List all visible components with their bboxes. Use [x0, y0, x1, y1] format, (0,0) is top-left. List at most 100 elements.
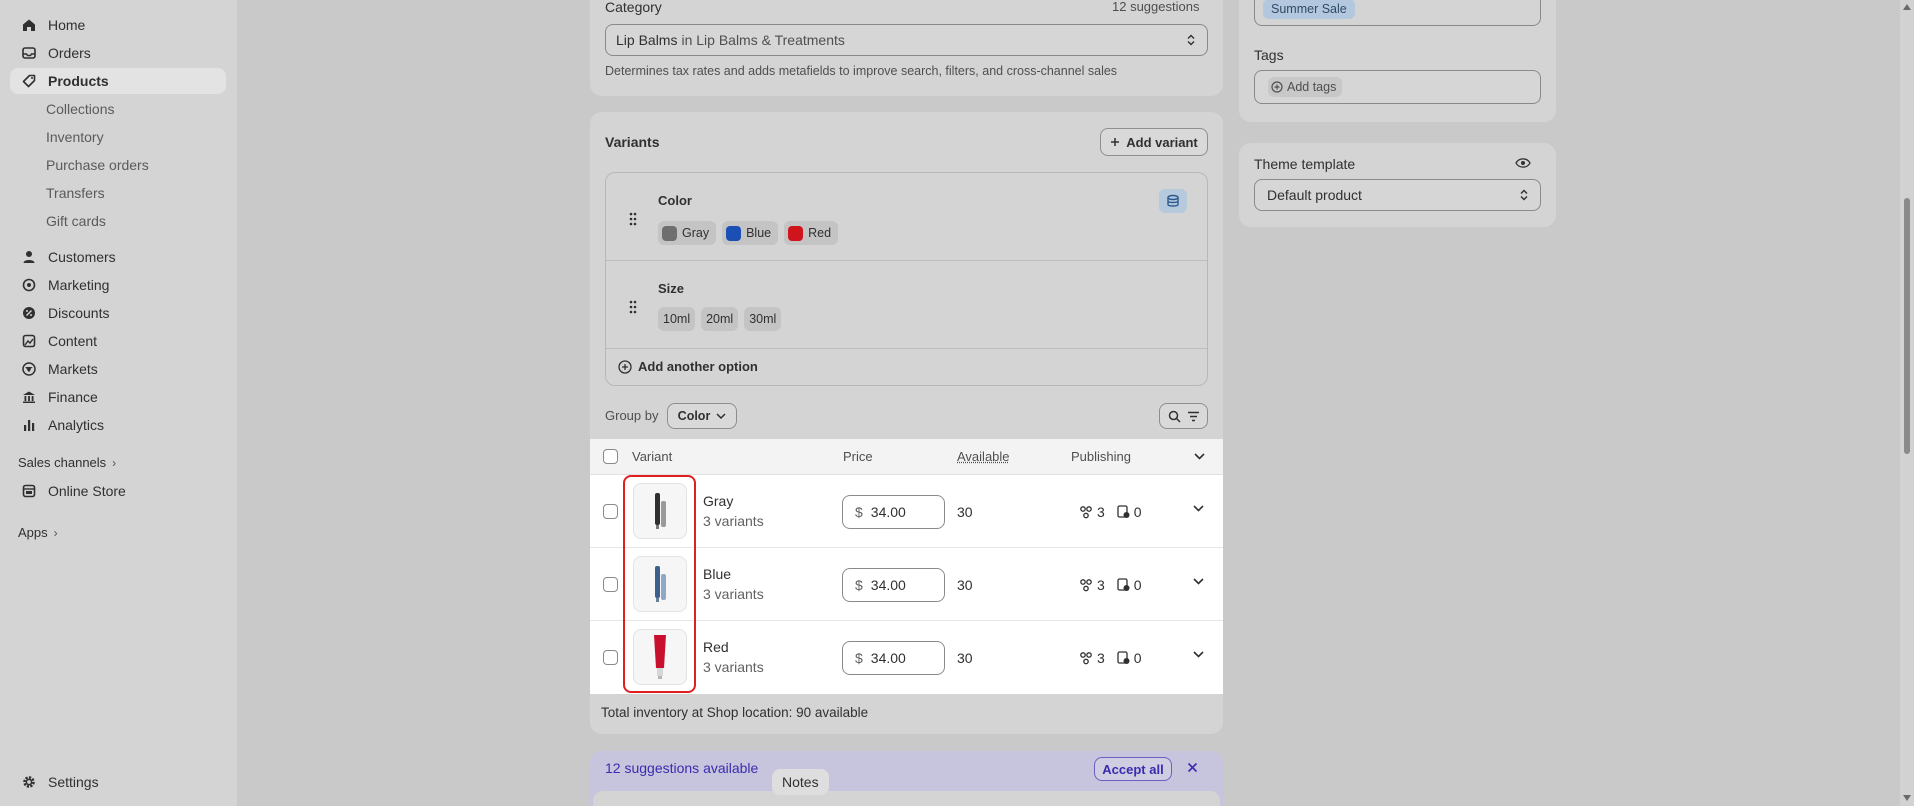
price-value: 34.00	[870, 577, 906, 593]
variant-name[interactable]: Gray	[703, 493, 733, 509]
row-checkbox[interactable]	[603, 504, 618, 519]
variants-table: Variant Price Available Publishing Gray …	[590, 439, 1223, 694]
metafield-database-icon[interactable]	[1159, 189, 1187, 213]
theme-template-label: Theme template	[1254, 156, 1356, 172]
plus-icon	[1110, 137, 1120, 147]
add-another-option-link[interactable]: Add another option	[618, 359, 758, 374]
bank-icon	[19, 387, 39, 407]
collections-field[interactable]: Summer Sale	[1254, 0, 1541, 26]
price-input[interactable]: $34.00	[842, 641, 945, 675]
nav-settings[interactable]: Settings	[10, 769, 226, 795]
variant-name[interactable]: Red	[703, 639, 729, 655]
chip-gray-label: Gray	[682, 226, 710, 240]
variant-name[interactable]: Blue	[703, 566, 731, 582]
nav-discounts[interactable]: Discounts	[10, 300, 226, 326]
select-chevrons-icon	[1520, 189, 1528, 201]
channels-icon	[1079, 505, 1093, 519]
home-icon	[19, 15, 39, 35]
scroll-down-arrow-icon[interactable]	[1903, 795, 1911, 801]
available-qty[interactable]: 30	[957, 650, 973, 666]
tags-input[interactable]: Add tags	[1254, 70, 1541, 104]
add-tags-label: Add tags	[1287, 80, 1337, 94]
suggestions-card: 12 suggestions available Accept all	[590, 751, 1223, 806]
row-checkbox[interactable]	[603, 577, 618, 592]
nav-online-store[interactable]: Online Store	[10, 478, 226, 504]
channels-icon	[1079, 578, 1093, 592]
publishing-status[interactable]: 3 0	[1079, 504, 1142, 520]
theme-template-card: Theme template Default product	[1239, 143, 1556, 227]
drag-handle-icon[interactable]	[628, 299, 638, 315]
discount-icon	[19, 303, 39, 323]
nav-transfers[interactable]: Transfers	[46, 182, 105, 204]
price-input[interactable]: $34.00	[842, 568, 945, 602]
available-qty[interactable]: 30	[957, 577, 973, 593]
nav-customers[interactable]: Customers	[10, 244, 226, 270]
nav-products[interactable]: Products	[10, 68, 226, 94]
select-all-checkbox[interactable]	[603, 449, 618, 464]
search-filter-button[interactable]	[1159, 403, 1208, 429]
chevron-down-icon[interactable]	[1193, 578, 1204, 585]
store-icon	[19, 481, 39, 501]
option-color[interactable]: Color Gray Blue Red	[606, 173, 1207, 261]
header-price: Price	[843, 449, 873, 464]
sales-channels-heading[interactable]: Sales channels ›	[18, 455, 116, 470]
swatch-blue	[726, 225, 742, 241]
theme-template-select[interactable]: Default product	[1254, 179, 1541, 211]
nav-content[interactable]: Content	[10, 328, 226, 354]
chip-blue-label: Blue	[746, 226, 772, 240]
plus-circle-icon	[618, 359, 632, 374]
chip-red: Red	[784, 221, 839, 245]
group-by-select[interactable]: Color	[667, 403, 737, 429]
add-variant-button[interactable]: Add variant	[1100, 128, 1208, 156]
close-icon[interactable]	[1187, 762, 1198, 773]
currency-symbol: $	[855, 577, 863, 593]
chevron-right-icon: ›	[112, 455, 117, 470]
price-input[interactable]: $34.00	[842, 495, 945, 529]
nav-content-label: Content	[48, 333, 98, 349]
nav-gift-cards[interactable]: Gift cards	[46, 210, 106, 232]
nav-finance[interactable]: Finance	[10, 384, 226, 410]
publishing-status[interactable]: 3 0	[1079, 577, 1142, 593]
option-size[interactable]: Size 10ml 20ml 30ml	[606, 261, 1207, 349]
chevron-down-icon[interactable]	[1193, 651, 1204, 658]
scroll-up-arrow-icon[interactable]	[1903, 4, 1911, 10]
available-qty[interactable]: 30	[957, 504, 973, 520]
price-value: 34.00	[870, 504, 906, 520]
collection-chip[interactable]: Summer Sale	[1263, 0, 1355, 19]
add-tags-chip[interactable]: Add tags	[1268, 77, 1343, 97]
eye-icon[interactable]	[1515, 157, 1531, 169]
select-chevrons-icon	[1187, 34, 1195, 46]
chip-gray: Gray	[658, 221, 717, 245]
category-label: Category	[605, 0, 662, 15]
nav-home[interactable]: Home	[10, 12, 226, 38]
chevron-down-icon[interactable]	[1194, 453, 1205, 460]
add-variant-label: Add variant	[1126, 134, 1198, 150]
nav-orders[interactable]: Orders	[10, 40, 226, 66]
apps-heading[interactable]: Apps ›	[18, 525, 58, 540]
channels-icon	[1079, 651, 1093, 665]
notes-tooltip[interactable]: Notes	[772, 769, 829, 795]
nav-discounts-label: Discounts	[48, 305, 110, 321]
suggestions-text[interactable]: 12 suggestions available	[605, 760, 758, 776]
theme-template-value: Default product	[1267, 187, 1362, 203]
nav-purchase-orders[interactable]: Purchase orders	[46, 154, 149, 176]
nav-collections[interactable]: Collections	[46, 98, 114, 120]
category-suggestions[interactable]: 12 suggestions	[1112, 0, 1199, 14]
person-icon	[19, 247, 39, 267]
currency-symbol: $	[855, 504, 863, 520]
page-scrollbar-thumb[interactable]	[1904, 198, 1910, 454]
organization-card: Summer Sale Tags Add tags	[1239, 0, 1556, 122]
publishing-status[interactable]: 3 0	[1079, 650, 1142, 666]
group-by-label: Group by	[605, 408, 659, 423]
header-available[interactable]: Available	[957, 449, 1010, 464]
nav-inventory[interactable]: Inventory	[46, 126, 104, 148]
chevron-down-icon[interactable]	[1193, 505, 1204, 512]
nav-marketing[interactable]: Marketing	[10, 272, 226, 298]
bar-chart-icon	[19, 415, 39, 435]
drag-handle-icon[interactable]	[628, 211, 638, 227]
category-select[interactable]: Lip Balms in Lip Balms & Treatments	[605, 24, 1208, 56]
row-checkbox[interactable]	[603, 650, 618, 665]
nav-analytics[interactable]: Analytics	[10, 412, 226, 438]
nav-markets[interactable]: Markets	[10, 356, 226, 382]
accept-all-button[interactable]: Accept all	[1094, 757, 1172, 781]
